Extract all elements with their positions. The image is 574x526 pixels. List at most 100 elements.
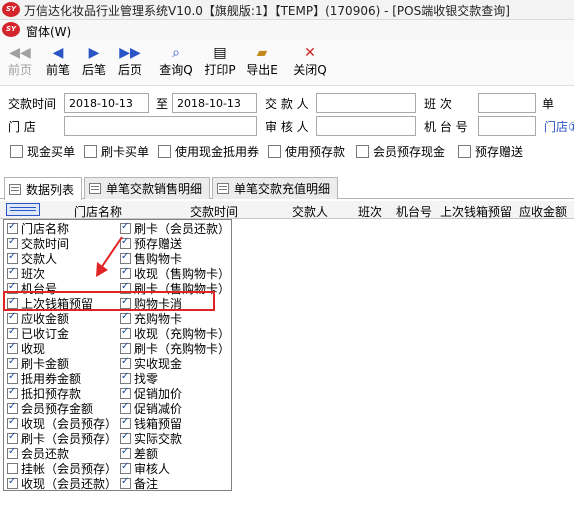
reviewer-input[interactable] (316, 116, 416, 136)
checkbox-icon (7, 311, 18, 324)
checkbox-icon (120, 401, 131, 414)
prev-page-button[interactable]: ◀◀ 前页 (4, 44, 36, 82)
highlight-box (3, 291, 215, 311)
column-option[interactable]: 收现（充购物卡） (120, 326, 230, 341)
payer-input[interactable] (316, 93, 416, 113)
column-header-terminal[interactable]: 机台号 (396, 203, 432, 220)
column-option[interactable]: 审核人 (120, 461, 170, 476)
column-option[interactable]: 收现（会员预存） (7, 416, 117, 431)
checkbox-icon (120, 386, 131, 399)
menu-bar (0, 20, 574, 40)
column-option[interactable]: 促销减价 (120, 401, 182, 416)
checkbox-icon (7, 431, 18, 444)
checkbox-icon (7, 401, 18, 414)
print-button[interactable]: ▤ 打印P (202, 44, 238, 82)
column-option[interactable]: 应收金额 (7, 311, 69, 326)
column-option-label: 备注 (134, 477, 159, 491)
date-from-input[interactable] (64, 93, 149, 113)
option-card-pay[interactable]: 刷卡买单 (84, 143, 149, 160)
column-option[interactable]: 交款时间 (7, 236, 69, 251)
checkbox-icon (10, 145, 23, 158)
column-option[interactable]: 刷卡（充购物卡） (120, 341, 230, 356)
checkbox-icon (7, 221, 18, 234)
next-record-button[interactable]: ▶ 后笔 (78, 44, 110, 82)
query-button[interactable]: ⌕ 查询Q (158, 44, 194, 82)
checkbox-icon (120, 416, 131, 429)
column-option[interactable]: 抵扣预存款 (7, 386, 81, 401)
shift-label: 班 次 (424, 97, 452, 111)
column-option[interactable]: 班次 (7, 266, 45, 281)
date-to-input[interactable] (172, 93, 257, 113)
option-use-deposit[interactable]: 使用预存款 (268, 143, 345, 160)
window-title: 万信达化妆品行业管理系统V10.0【旗舰版:1】【TEMP】(170906) -… (24, 4, 510, 18)
export-button[interactable]: ▰ 导出E (244, 44, 280, 82)
column-option[interactable]: 预存赠送 (120, 236, 182, 251)
option-cash-coupon[interactable]: 使用现金抵用券 (158, 143, 259, 160)
checkbox-icon (7, 326, 18, 339)
checkbox-icon (7, 251, 18, 264)
checkbox-icon (120, 221, 131, 234)
double-left-icon: ◀◀ (9, 45, 31, 61)
close-button[interactable]: ✕ 关闭Q (292, 44, 328, 82)
next-page-button[interactable]: ▶▶ 后页 (114, 44, 146, 82)
column-option[interactable]: 收现（售购物卡） (120, 266, 230, 281)
tab-sales-detail[interactable]: 单笔交款销售明细 (84, 177, 210, 199)
column-option[interactable]: 实际交款 (120, 431, 182, 446)
checkbox-icon (120, 371, 131, 384)
menu-window[interactable]: 窗体(W) (26, 23, 71, 40)
store-link[interactable]: 门店① (544, 118, 574, 135)
column-header-shift[interactable]: 班次 (358, 203, 382, 220)
column-option[interactable]: 已收订金 (7, 326, 69, 341)
column-header-time[interactable]: 交款时间 (190, 203, 238, 220)
column-option[interactable]: 售购物卡 (120, 251, 182, 266)
column-header-payer[interactable]: 交款人 (292, 203, 328, 220)
option-deposit-gift[interactable]: 预存赠送 (458, 143, 523, 160)
shift-input[interactable] (478, 93, 536, 113)
column-option[interactable]: 收现 (7, 341, 45, 356)
column-option[interactable]: 收现（会员还款） (7, 476, 117, 491)
column-option[interactable]: 刷卡金额 (7, 356, 69, 371)
checkbox-icon (120, 326, 131, 339)
printer-icon: ▤ (213, 45, 227, 61)
grid-icon (89, 183, 101, 194)
column-header-store[interactable]: 门店名称 (74, 203, 122, 220)
column-option[interactable]: 差额 (120, 446, 158, 461)
column-option[interactable]: 备注 (120, 476, 158, 491)
checkbox-icon (120, 461, 131, 474)
column-header-last-reserve[interactable]: 上次钱箱预留 (440, 203, 512, 220)
date-label: 交款时间 (8, 97, 57, 111)
terminal-input[interactable] (478, 116, 536, 136)
checkbox-icon (7, 463, 18, 474)
left-arrow-icon: ◀ (52, 45, 64, 61)
tab-data-list[interactable]: 数据列表 (4, 177, 82, 200)
column-header-receivable[interactable]: 应收金额 (519, 203, 567, 220)
column-option[interactable]: 找零 (120, 371, 158, 386)
checkbox-icon (120, 251, 131, 264)
checkbox-icon (120, 266, 131, 279)
column-option[interactable]: 抵用券金额 (7, 371, 81, 386)
store-input[interactable] (64, 116, 257, 136)
document-icon (9, 183, 21, 195)
option-member-deposit-cash[interactable]: 会员预存现金 (356, 143, 445, 160)
column-option[interactable]: 门店名称 (7, 221, 69, 236)
column-option[interactable]: 交款人 (7, 251, 57, 266)
column-option[interactable]: 充购物卡 (120, 311, 182, 326)
option-cash-pay[interactable]: 现金买单 (10, 143, 75, 160)
checkbox-icon (7, 356, 18, 369)
column-chooser-button[interactable] (6, 203, 40, 216)
store-label: 门 店 (8, 120, 36, 134)
column-option[interactable]: 刷卡（会员预存） (7, 431, 117, 446)
column-option[interactable]: 会员预存金额 (7, 401, 93, 416)
checkbox-icon (268, 145, 281, 158)
checkbox-icon (120, 311, 131, 324)
previous-record-button[interactable]: ◀ 前笔 (42, 44, 74, 82)
app-logo-icon: SY (2, 2, 20, 17)
column-option[interactable]: 刷卡（会员还款） (120, 221, 230, 236)
column-option[interactable]: 钱箱预留 (120, 416, 182, 431)
query-icon: ⌕ (172, 45, 180, 61)
column-option[interactable]: 促销加价 (120, 386, 182, 401)
column-option[interactable]: 挂帐（会员预存） (7, 461, 117, 476)
tab-recharge-detail[interactable]: 单笔交款充值明细 (212, 177, 338, 199)
column-option[interactable]: 实收现金 (120, 356, 182, 371)
column-option[interactable]: 会员还款 (7, 446, 69, 461)
